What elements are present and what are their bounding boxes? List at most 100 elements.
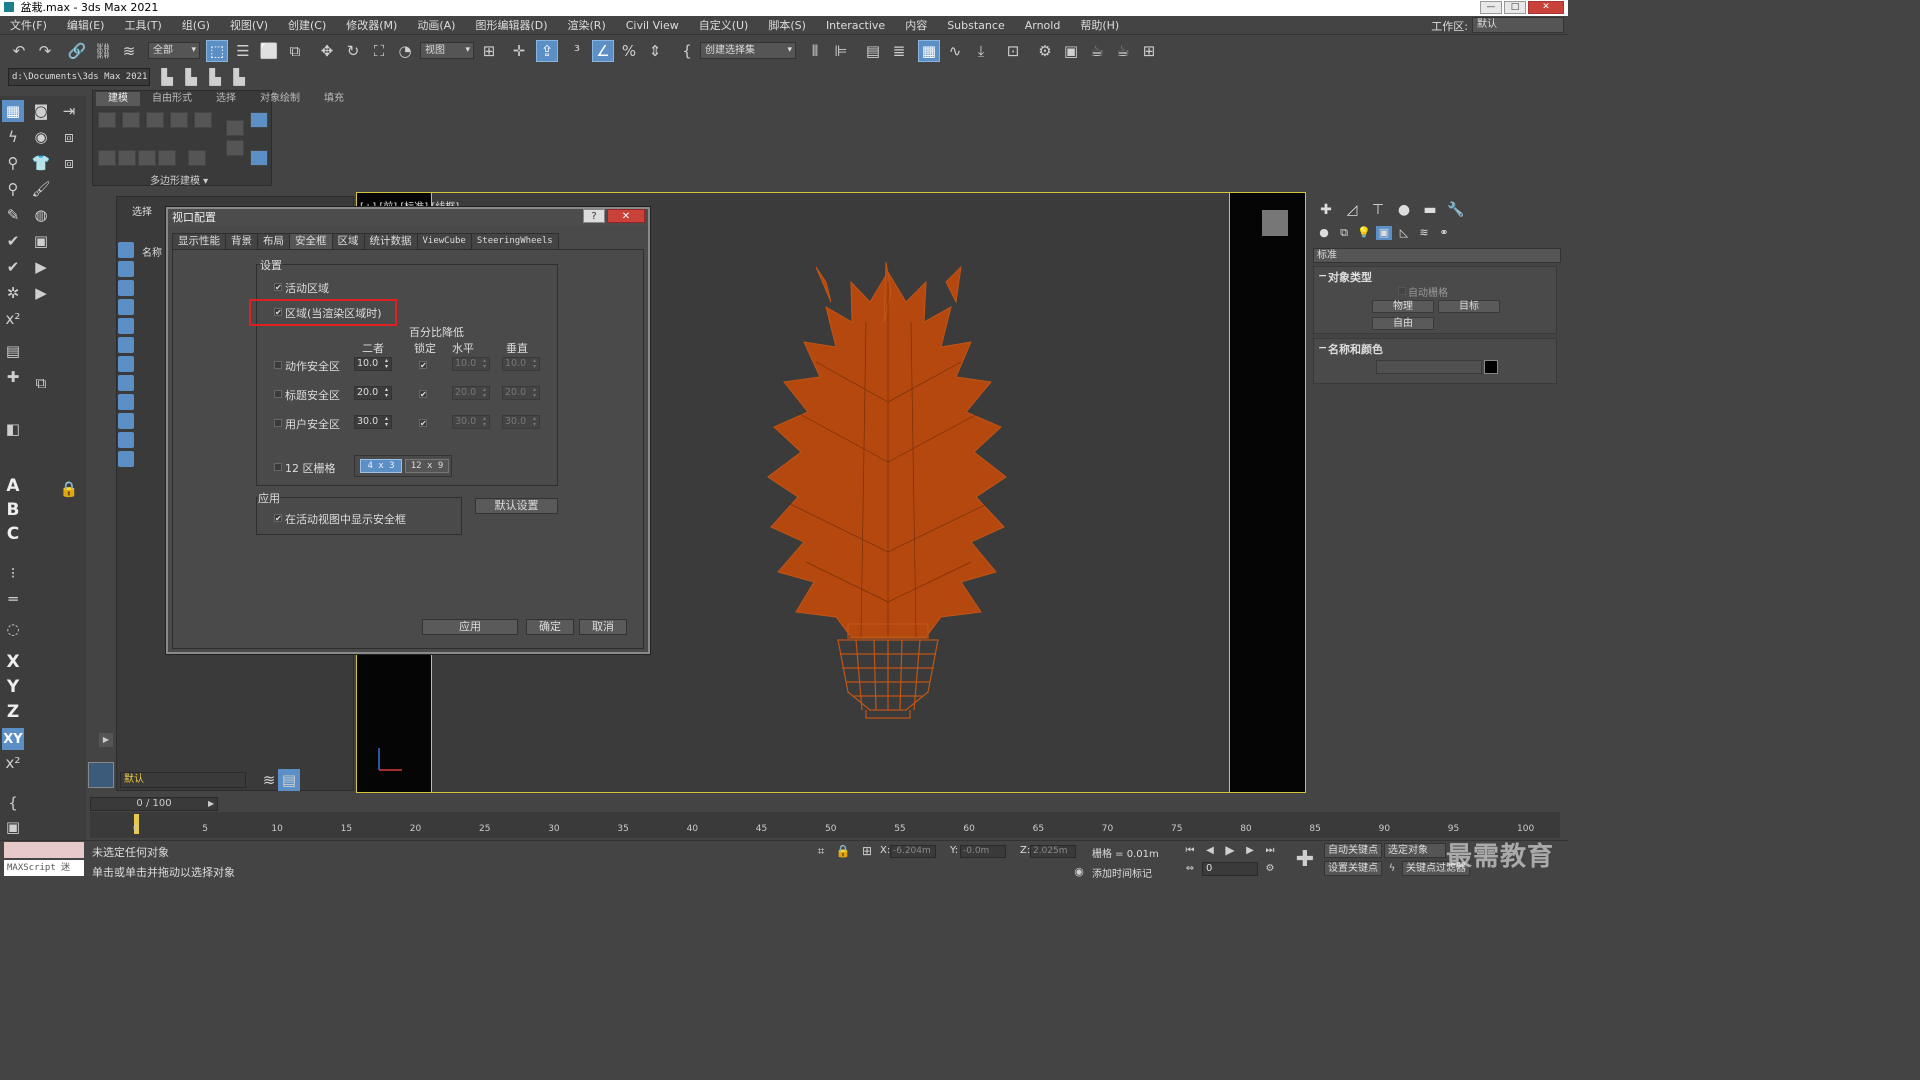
menu-item-16[interactable]: Arnold: [1015, 19, 1071, 32]
dialog-tab-3[interactable]: 安全框: [289, 233, 333, 249]
menu-item-15[interactable]: Substance: [937, 19, 1015, 32]
keyboard-shortcut-icon[interactable]: ⇪: [536, 40, 558, 62]
export-icon[interactable]: ⇥: [58, 100, 80, 122]
explorer-expand-icon[interactable]: ▶: [99, 733, 113, 747]
ribbon-tool-2[interactable]: [122, 112, 140, 128]
key-filter-icon[interactable]: ϟ: [1384, 860, 1400, 876]
shirt-icon[interactable]: 👕: [30, 152, 52, 174]
menu-item-6[interactable]: 修改器(M): [336, 17, 407, 33]
dialog-tab-0[interactable]: 显示性能: [172, 233, 226, 249]
dialog-tab-4[interactable]: 区域: [331, 233, 365, 249]
ribbon-tab-2[interactable]: 选择: [204, 92, 248, 106]
align-icon[interactable]: ⊫: [830, 40, 852, 62]
filter-containers-icon[interactable]: [118, 413, 134, 429]
save-icon[interactable]: ▣: [2, 816, 24, 838]
user-safe-horizontal-spinner[interactable]: 30.0: [452, 415, 490, 429]
ribbon-tool-7[interactable]: [118, 150, 136, 166]
filter-lights-icon[interactable]: [118, 280, 134, 296]
maxscript-listener-input[interactable]: [4, 842, 84, 858]
edit-named-sel-icon[interactable]: {: [676, 40, 698, 62]
ribbon-tool-14[interactable]: [250, 150, 268, 166]
dialog-close-button[interactable]: ✕: [607, 209, 645, 223]
select-object-icon[interactable]: ⬚: [206, 40, 228, 62]
absolute-mode-icon[interactable]: ⊞: [858, 842, 876, 860]
live-area-checkbox[interactable]: ✔: [274, 283, 282, 292]
paint-bucket-icon[interactable]: ◧: [2, 418, 24, 440]
minimize-button[interactable]: —: [1480, 1, 1502, 14]
add-icon[interactable]: ✚: [2, 366, 24, 388]
add-time-tag-label[interactable]: 添加时间标记: [1092, 865, 1152, 880]
axis-xsq-icon[interactable]: x²: [2, 752, 24, 774]
selection-filter-dropdown[interactable]: 全部: [148, 42, 200, 59]
create-tab-icon[interactable]: ✚: [1316, 202, 1336, 218]
cube-icon[interactable]: ▣: [30, 230, 52, 252]
ribbon-tool-5[interactable]: [194, 112, 212, 128]
dialog-tab-7[interactable]: SteeringWheels: [470, 233, 559, 249]
reference-coord-dropdown[interactable]: 视图: [420, 42, 474, 59]
scene-explorer-icon[interactable]: ▤: [862, 40, 884, 62]
action-safe-checkbox[interactable]: [274, 361, 282, 369]
selected-object-dropdown[interactable]: 选定对象: [1384, 843, 1446, 858]
layer-explorer-icon[interactable]: ≣: [888, 40, 910, 62]
object-color-swatch[interactable]: [1484, 360, 1498, 374]
cameras-icon[interactable]: ▣: [1376, 226, 1392, 240]
x-squared-icon[interactable]: x²: [2, 308, 24, 330]
filter-frozen-icon[interactable]: [118, 432, 134, 448]
filter-groups-icon[interactable]: [118, 356, 134, 372]
ribbon-tab-1[interactable]: 自由形式: [140, 92, 204, 106]
axis-z-icon[interactable]: Z: [2, 702, 24, 724]
window-crossing-icon[interactable]: ⧉: [284, 40, 306, 62]
pen-icon[interactable]: ✎: [2, 204, 24, 226]
action-safe-both-spinner[interactable]: 10.0: [354, 357, 392, 371]
menu-item-11[interactable]: 自定义(U): [689, 17, 759, 33]
systems-icon[interactable]: ⚭: [1436, 226, 1452, 240]
selection-lock-icon[interactable]: 🔒: [834, 842, 852, 860]
menu-item-1[interactable]: 编辑(E): [57, 17, 115, 33]
film-icon[interactable]: ▶: [30, 282, 52, 304]
filter-geometry-icon[interactable]: [118, 242, 134, 258]
curve-editor-icon[interactable]: ∿: [944, 40, 966, 62]
layers-icon[interactable]: ⧉: [30, 372, 52, 394]
bind-space-warp-icon[interactable]: ≋: [118, 40, 140, 62]
lights-icon[interactable]: 💡: [1356, 226, 1372, 240]
grid-select-icon[interactable]: ▦: [2, 100, 24, 122]
dialog-tab-1[interactable]: 背景: [225, 233, 258, 249]
axis-y-icon[interactable]: Y: [2, 677, 24, 699]
render-setup-icon[interactable]: ⚙: [1034, 40, 1056, 62]
scale-icon[interactable]: ⛶: [368, 40, 390, 62]
pin-icon[interactable]: ⚲: [2, 152, 24, 174]
ruler-icon[interactable]: ═: [2, 588, 24, 610]
show-safe-frames-checkbox[interactable]: ✔: [274, 514, 282, 523]
move-icon[interactable]: ✥: [316, 40, 338, 62]
viewport-thumbnail[interactable]: [88, 762, 114, 788]
name-color-header[interactable]: 名称和颜色: [1314, 339, 1556, 357]
brush-icon[interactable]: 🖌: [30, 178, 52, 200]
redo-icon[interactable]: ↷: [34, 40, 56, 62]
select-by-name-icon[interactable]: ☰: [232, 40, 254, 62]
display-tab-icon[interactable]: ▬: [1420, 202, 1440, 218]
menu-item-7[interactable]: 动画(A): [407, 17, 465, 33]
maxscript-output[interactable]: MAXScript 迷: [4, 860, 84, 876]
ribbon-tool-12[interactable]: [226, 140, 244, 156]
camera-category-dropdown[interactable]: 标准: [1313, 248, 1561, 263]
filter-spacewarps-icon[interactable]: [118, 337, 134, 353]
action-safe-lock-checkbox[interactable]: ✔: [419, 361, 427, 370]
default-settings-button[interactable]: 默认设置: [475, 498, 558, 514]
layer-toggle-icon[interactable]: ≋: [258, 769, 280, 791]
maximize-button[interactable]: □: [1504, 1, 1526, 14]
text-c-icon[interactable]: C: [2, 524, 24, 546]
title-safe-lock-checkbox[interactable]: ✔: [419, 390, 427, 399]
play-animation-icon[interactable]: ▶: [1222, 842, 1238, 858]
viewcube-icon[interactable]: [1262, 210, 1288, 236]
menu-item-9[interactable]: 渲染(R): [558, 17, 616, 33]
menu-item-17[interactable]: 帮助(H): [1070, 17, 1129, 33]
box-stack-icon[interactable]: ⧈: [58, 152, 80, 174]
filter-xrefs-icon[interactable]: [118, 375, 134, 391]
undo-icon[interactable]: ↶: [8, 40, 30, 62]
dotted-circle-icon[interactable]: ◌: [2, 618, 24, 640]
ribbon-tab-3[interactable]: 对象绘制: [248, 92, 312, 106]
menu-item-4[interactable]: 视图(V): [220, 17, 278, 33]
project-new-icon[interactable]: ▙: [180, 66, 202, 88]
geometry-icon[interactable]: ●: [1316, 226, 1332, 240]
axis-xy-icon[interactable]: XY: [2, 728, 24, 750]
